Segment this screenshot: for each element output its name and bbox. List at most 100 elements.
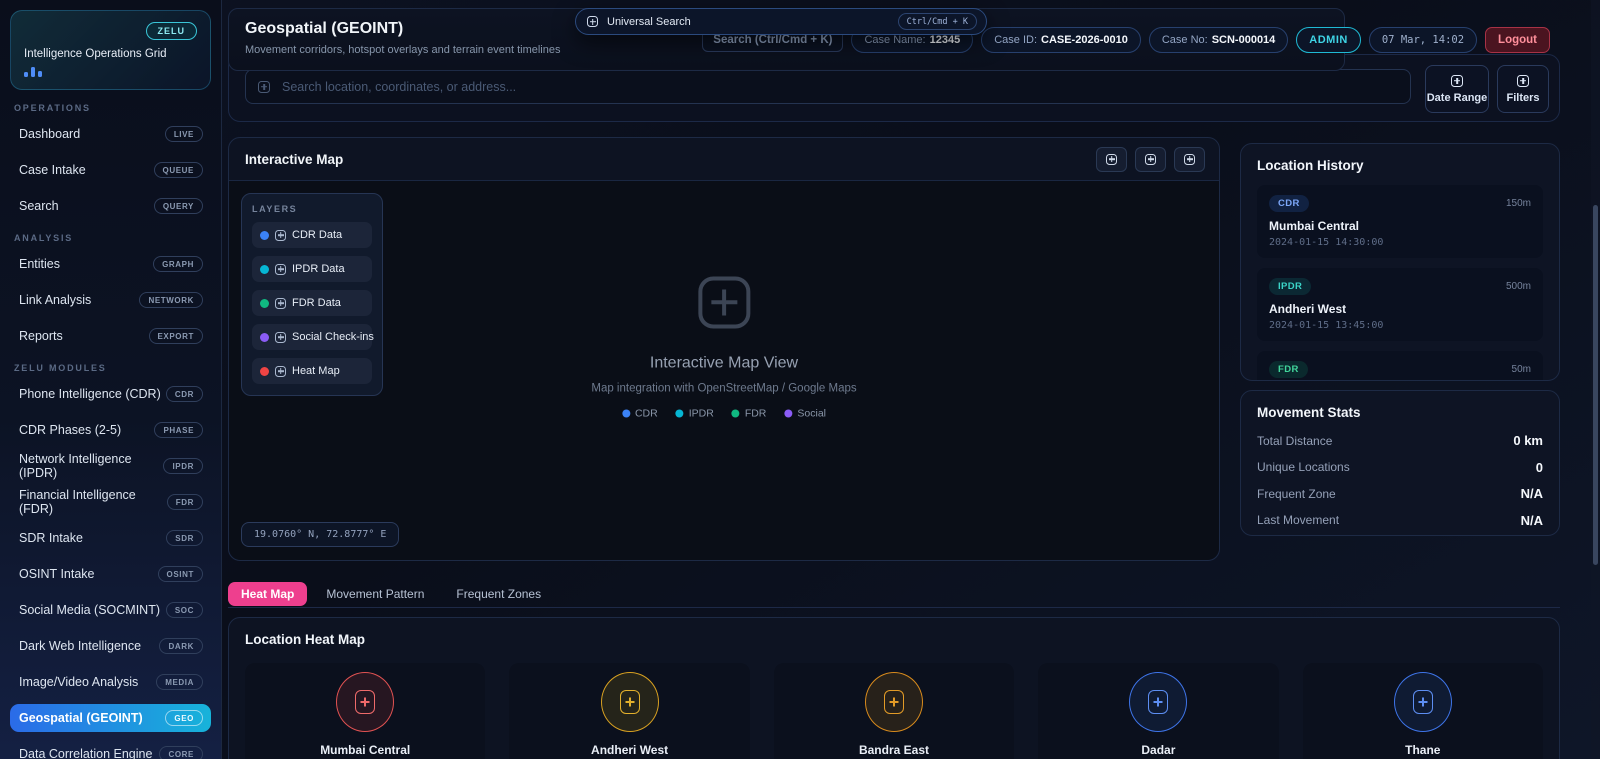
hotspot-marker-icon — [336, 672, 394, 732]
hotspot-marker-icon — [1394, 672, 1452, 732]
layer-social-checkins[interactable]: Social Check-ins — [252, 324, 372, 350]
case-id-pill: Case ID: CASE-2026-0010 — [981, 27, 1141, 53]
legend-social: Social — [784, 407, 826, 419]
badge-osint: OSINT — [158, 566, 203, 582]
sidebar-item-case-intake[interactable]: Case Intake QUEUE — [10, 156, 211, 184]
ipdr-layer-dot — [260, 265, 269, 274]
calendar-icon — [1451, 75, 1463, 87]
layer-cdr-data[interactable]: CDR Data — [252, 222, 372, 248]
heat-card-mumbai-central[interactable]: Mumbai Central — [245, 663, 485, 759]
map-tool-button-1[interactable] — [1096, 147, 1127, 172]
layer-fdr-data[interactable]: FDR Data — [252, 290, 372, 316]
layer-toggle-icon — [275, 298, 286, 309]
social-layer-dot — [260, 333, 269, 342]
search-icon — [587, 16, 598, 27]
fdr-layer-dot — [260, 299, 269, 308]
case-no-pill: Case No: SCN-000014 — [1149, 27, 1288, 53]
stat-unique-locations: Unique Locations 0 — [1257, 460, 1543, 475]
heat-card-bandra-east[interactable]: Bandra East — [774, 663, 1014, 759]
sidebar-item-osint-intake[interactable]: OSINT Intake OSINT — [10, 560, 211, 588]
layers-toggle-icon — [1184, 154, 1195, 165]
heat-card-thane[interactable]: Thane — [1303, 663, 1543, 759]
layer-toggle-icon — [275, 264, 286, 275]
sidebar-item-search[interactable]: Search QUERY — [10, 192, 211, 220]
sidebar-item-social-media[interactable]: Social Media (SOCMINT) SOC — [10, 596, 211, 624]
tab-frequent-zones[interactable]: Frequent Zones — [443, 582, 554, 606]
badge-network: NETWORK — [139, 292, 203, 308]
sidebar-item-link-analysis[interactable]: Link Analysis NETWORK — [10, 286, 211, 314]
heat-card-andheri-west[interactable]: Andheri West — [509, 663, 749, 759]
badge-graph: GRAPH — [153, 256, 203, 272]
distance-label: 50m — [1512, 364, 1531, 375]
movement-stats-title: Movement Stats — [1257, 405, 1543, 420]
layer-toggle-icon — [275, 230, 286, 241]
map-canvas[interactable]: LAYERS CDR Data IPDR Data FDR Data Socia… — [229, 181, 1219, 560]
search-icon — [258, 81, 270, 93]
sidebar-item-image-video[interactable]: Image/Video Analysis MEDIA — [10, 668, 211, 696]
layer-heat-map[interactable]: Heat Map — [252, 358, 372, 384]
logout-button[interactable]: Logout — [1485, 27, 1550, 53]
sidebar-item-dark-web[interactable]: Dark Web Intelligence DARK — [10, 632, 211, 660]
badge-phase: PHASE — [154, 422, 203, 438]
keyboard-shortcut-badge: Ctrl/Cmd + K — [898, 13, 977, 30]
map-tool-button-2[interactable] — [1135, 147, 1166, 172]
role-badge: ADMIN — [1296, 27, 1361, 53]
sidebar-item-cdr-phases[interactable]: CDR Phases (2-5) PHASE — [10, 416, 211, 444]
sidebar-item-sdr-intake[interactable]: SDR Intake SDR — [10, 524, 211, 552]
heat-map-title: Location Heat Map — [245, 632, 1543, 647]
location-history-entry[interactable]: FDR 50m — [1257, 351, 1543, 381]
location-name: Andheri West — [1269, 302, 1531, 316]
tab-movement-pattern[interactable]: Movement Pattern — [313, 582, 437, 606]
universal-search-button[interactable]: Universal Search Ctrl/Cmd + K — [575, 8, 987, 35]
map-tool-button-3[interactable] — [1174, 147, 1205, 172]
map-coordinates: 19.0760° N, 72.8777° E — [241, 522, 399, 547]
heat-layer-dot — [260, 367, 269, 376]
location-history-entry[interactable]: IPDR 500m Andheri West 2024-01-15 13:45:… — [1257, 268, 1543, 341]
layer-ipdr-data[interactable]: IPDR Data — [252, 256, 372, 282]
badge-fdr: FDR — [167, 494, 203, 510]
scrollbar-thumb[interactable] — [1593, 205, 1598, 565]
tab-heat-map[interactable]: Heat Map — [228, 582, 307, 606]
location-timestamp: 2024-01-15 13:45:00 — [1269, 320, 1531, 331]
sidebar-item-network-intelligence[interactable]: Network Intelligence (IPDR) IPDR — [10, 452, 211, 480]
hotspot-marker-icon — [865, 672, 923, 732]
location-search-input[interactable]: Search location, coordinates, or address… — [245, 69, 1411, 104]
hotspot-marker-icon — [1129, 672, 1187, 732]
section-label-operations: OPERATIONS — [14, 103, 207, 113]
filter-icon — [1517, 75, 1529, 87]
sidebar-item-financial-intelligence[interactable]: Financial Intelligence (FDR) FDR — [10, 488, 211, 516]
layer-toggle-icon — [275, 366, 286, 377]
brand-title: Intelligence Operations Grid — [24, 48, 197, 60]
sidebar-item-phone-intelligence[interactable]: Phone Intelligence (CDR) CDR — [10, 380, 211, 408]
bar-chart-icon — [24, 67, 197, 77]
search-placeholder: Search location, coordinates, or address… — [282, 80, 516, 94]
badge-geo: GEO — [165, 710, 203, 726]
bottom-tabs: Heat Map Movement Pattern Frequent Zones — [228, 581, 1560, 608]
location-history-entry[interactable]: CDR 150m Mumbai Central 2024-01-15 14:30… — [1257, 185, 1543, 258]
sidebar-item-geospatial[interactable]: Geospatial (GEOINT) GEO — [10, 704, 211, 732]
badge-queue: QUEUE — [154, 162, 203, 178]
heat-card-dadar[interactable]: Dadar — [1038, 663, 1278, 759]
stat-total-distance: Total Distance 0 km — [1257, 433, 1543, 448]
cdr-type-badge: CDR — [1269, 195, 1309, 212]
badge-cdr: CDR — [166, 386, 203, 402]
movement-stats-panel: Movement Stats Total Distance 0 km Uniqu… — [1240, 390, 1560, 536]
movement-stats-rows: Total Distance 0 km Unique Locations 0 F… — [1257, 433, 1543, 528]
badge-ipdr: IPDR — [163, 458, 203, 474]
sidebar-item-dashboard[interactable]: Dashboard LIVE — [10, 120, 211, 148]
sidebar-item-reports[interactable]: Reports EXPORT — [10, 322, 211, 350]
sidebar-item-data-correlation[interactable]: Data Correlation Engine CORE — [10, 740, 211, 759]
filters-button[interactable]: Filters — [1497, 65, 1549, 113]
brand-card: ZELU Intelligence Operations Grid — [10, 10, 211, 90]
layers-panel: LAYERS CDR Data IPDR Data FDR Data Socia… — [241, 193, 383, 396]
scrollbar[interactable] — [1591, 0, 1600, 759]
section-label-analysis: ANALYSIS — [14, 233, 207, 243]
map-panel-header: Interactive Map — [229, 138, 1219, 181]
legend-fdr: FDR — [732, 407, 767, 419]
social-legend-dot — [784, 409, 792, 417]
location-timestamp: 2024-01-15 14:30:00 — [1269, 237, 1531, 248]
date-range-button[interactable]: Date Range — [1425, 65, 1489, 113]
interactive-map-panel: Interactive Map LAYERS CDR Data IPDR Dat… — [228, 137, 1220, 561]
fdr-type-badge: FDR — [1269, 361, 1308, 378]
sidebar-item-entities[interactable]: Entities GRAPH — [10, 250, 211, 278]
